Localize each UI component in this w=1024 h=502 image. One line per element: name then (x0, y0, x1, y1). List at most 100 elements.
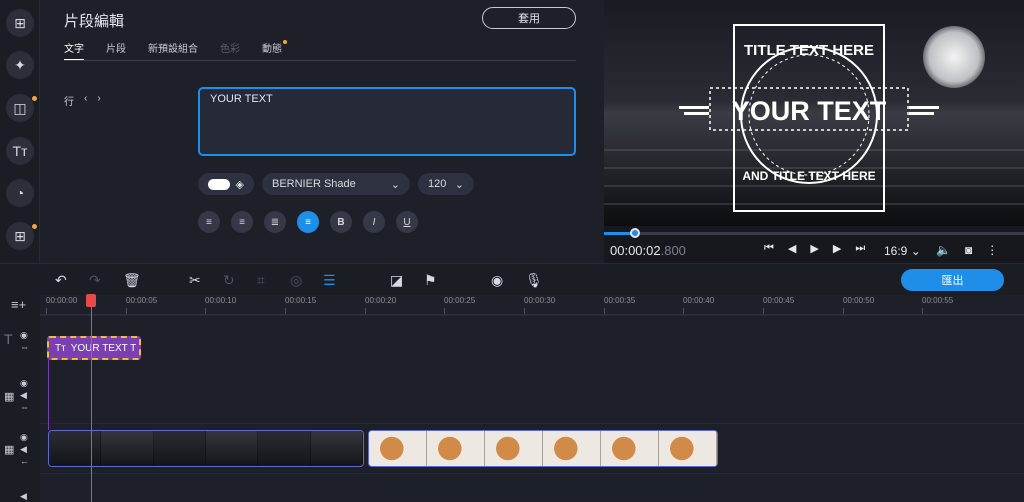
more-tools-icon[interactable]: ⊞ (6, 222, 37, 250)
timeline-toolbar: ↶ ↷ 🗑 ✂ ↻ ⌗ ◎ ☰ ◪ ⚑ ◉ 🎙 匯出 (0, 263, 1024, 295)
line-selector: 行 ‹ › (64, 93, 101, 108)
tabs-divider (64, 60, 576, 61)
import-icon[interactable]: ⊞ (6, 9, 34, 37)
moon-shape (923, 26, 985, 88)
link-icon[interactable]: ⇔ (20, 342, 29, 352)
volume-icon[interactable]: ◀ (20, 491, 27, 502)
clip-properties-icon[interactable]: ☰ (323, 272, 336, 289)
aspect-ratio-select[interactable]: 16:9 ⌄ (884, 244, 921, 258)
eye-icon[interactable]: ◉ (20, 330, 28, 341)
cut-icon[interactable]: ✂ (189, 272, 201, 289)
magic-wand-icon[interactable]: ✦ (6, 51, 34, 79)
time-ruler[interactable]: 00:00:00 00:00:05 00:00:10 00:00:15 00:0… (40, 295, 1024, 315)
underline-icon[interactable]: U (396, 211, 418, 233)
tick-mark (524, 308, 525, 314)
time-readout: 00:00:02.800 (610, 243, 686, 258)
tick-mark (285, 308, 286, 314)
ocean-video-clip[interactable] (48, 430, 364, 467)
italic-icon[interactable]: I (363, 211, 385, 233)
editor-tabs: 文字 片段 新預設組合 色彩 動態 (64, 40, 304, 61)
tab-text[interactable]: 文字 (64, 40, 84, 61)
left-tool-rail: ⊞ ✦ ◫ Tт ◔ ⊞ (0, 0, 40, 263)
video-track-icon: ▦ (4, 444, 15, 456)
undo-icon[interactable]: ↶ (55, 272, 67, 289)
delete-icon[interactable]: 🗑 (123, 272, 141, 289)
tick-label: 00:00:30 (524, 296, 556, 305)
title-clip-label: YOUR TEXT T (70, 342, 137, 354)
panel-title: 片段編輯 (64, 13, 125, 30)
title-clip[interactable]: Tт YOUR TEXT T (47, 336, 141, 360)
stickers-icon[interactable]: ◔ (6, 179, 34, 207)
text-track-icon: T (4, 331, 13, 347)
export-button[interactable]: 匯出 (901, 269, 1004, 291)
clip-frame (205, 431, 259, 466)
tick-mark (365, 308, 366, 314)
clip-frame (153, 431, 206, 466)
tick-mark (763, 308, 764, 314)
clip-frame (258, 431, 311, 466)
skip-back-icon[interactable]: ⏮ (764, 242, 774, 255)
volume-icon[interactable]: ◀ (20, 390, 27, 401)
eye-icon[interactable]: ◉ (20, 378, 28, 389)
rotate-icon: ↻ (223, 272, 235, 288)
frame-back-icon[interactable]: ◀ (788, 242, 796, 255)
tick-mark (683, 308, 684, 314)
track-headers: ≡+ T ◉ ⇔ ▦ ◉ ◀ ⇔ ▦ ◉ ◀ ← ◀ (0, 295, 40, 502)
transitions-icon[interactable]: ◫ (6, 94, 37, 122)
tick-mark (843, 308, 844, 314)
add-track-icon[interactable]: ≡+ (11, 297, 26, 312)
color-adjust-icon: ◎ (290, 272, 303, 288)
time-ms: .800 (660, 243, 686, 258)
frame-forward-icon[interactable]: ▶ (833, 242, 841, 255)
volume-icon[interactable]: ◀ (20, 444, 27, 455)
more-options-icon[interactable]: ⋮ (986, 243, 998, 257)
align-left-icon[interactable]: ≡ (198, 211, 220, 233)
tab-new-preset[interactable]: 新預設組合 (148, 40, 198, 60)
playback-progress[interactable] (604, 228, 1024, 238)
prev-line-icon[interactable]: ‹ (84, 93, 87, 108)
clip-frame (310, 431, 363, 466)
crop-icon: ⌗ (257, 272, 265, 288)
overlay-icon[interactable]: ◪ (390, 272, 403, 289)
tick-mark (444, 308, 445, 314)
color-picker[interactable]: ◈ (198, 173, 254, 195)
marker-icon[interactable]: ⚑ (424, 272, 437, 289)
clip-frame (659, 431, 717, 466)
clip-editor-panel: 片段編輯 套用 文字 片段 新預設組合 色彩 動態 行 ‹ › YOUR TEX… (40, 0, 638, 263)
webcam-icon[interactable]: ◉ (491, 272, 503, 289)
playhead-handle[interactable] (86, 294, 96, 307)
play-icon[interactable]: ▶ (810, 242, 818, 255)
tick-label: 00:00:05 (126, 296, 158, 305)
justify-icon[interactable]: ≣ (264, 211, 286, 233)
app-window: ⊞ ✦ ◫ Tт ◔ ⊞ 片段編輯 套用 文字 片段 新預設組合 色彩 動態 行… (0, 0, 1024, 502)
playhead-line (91, 300, 92, 502)
font-size-value: 120 (428, 178, 447, 190)
redo-icon: ↷ (89, 272, 101, 288)
align-center-icon[interactable]: ≡ (297, 211, 319, 233)
volume-icon[interactable]: 🔈 (936, 243, 951, 257)
microphone-icon[interactable]: 🎙 (525, 272, 543, 289)
font-select[interactable]: BERNIER Shade ⌄ (262, 173, 410, 195)
clip-frame (369, 431, 427, 466)
tick-label: 00:00:45 (763, 296, 795, 305)
eye-icon[interactable]: ◉ (20, 432, 28, 443)
tab-color: 色彩 (220, 44, 240, 55)
clip-frame (543, 431, 601, 466)
snapshot-icon[interactable]: ◙ (965, 243, 972, 257)
next-line-icon[interactable]: › (97, 93, 100, 108)
progress-knob[interactable] (630, 228, 641, 238)
kitten-video-clip[interactable] (368, 430, 718, 467)
title-text-input[interactable]: YOUR TEXT (198, 87, 576, 156)
clip-frame (427, 431, 485, 466)
bold-icon[interactable]: B (330, 211, 352, 233)
font-size-select[interactable]: 120 ⌄ (418, 173, 474, 195)
align-right-icon[interactable]: ≡ (231, 211, 253, 233)
titles-icon[interactable]: Tт (6, 137, 34, 165)
tab-animation[interactable]: 動態 (262, 40, 287, 60)
tab-clip[interactable]: 片段 (106, 40, 126, 60)
skip-forward-icon[interactable]: ⏭ (855, 242, 865, 255)
video-preview[interactable]: TITLE TEXT HERE YOUR TEXT AND TITLE TEXT… (604, 0, 1024, 226)
apply-button[interactable]: 套用 (482, 7, 576, 29)
link-icon[interactable]: ⇔ (20, 402, 29, 412)
arrow-left-icon[interactable]: ← (20, 456, 29, 466)
